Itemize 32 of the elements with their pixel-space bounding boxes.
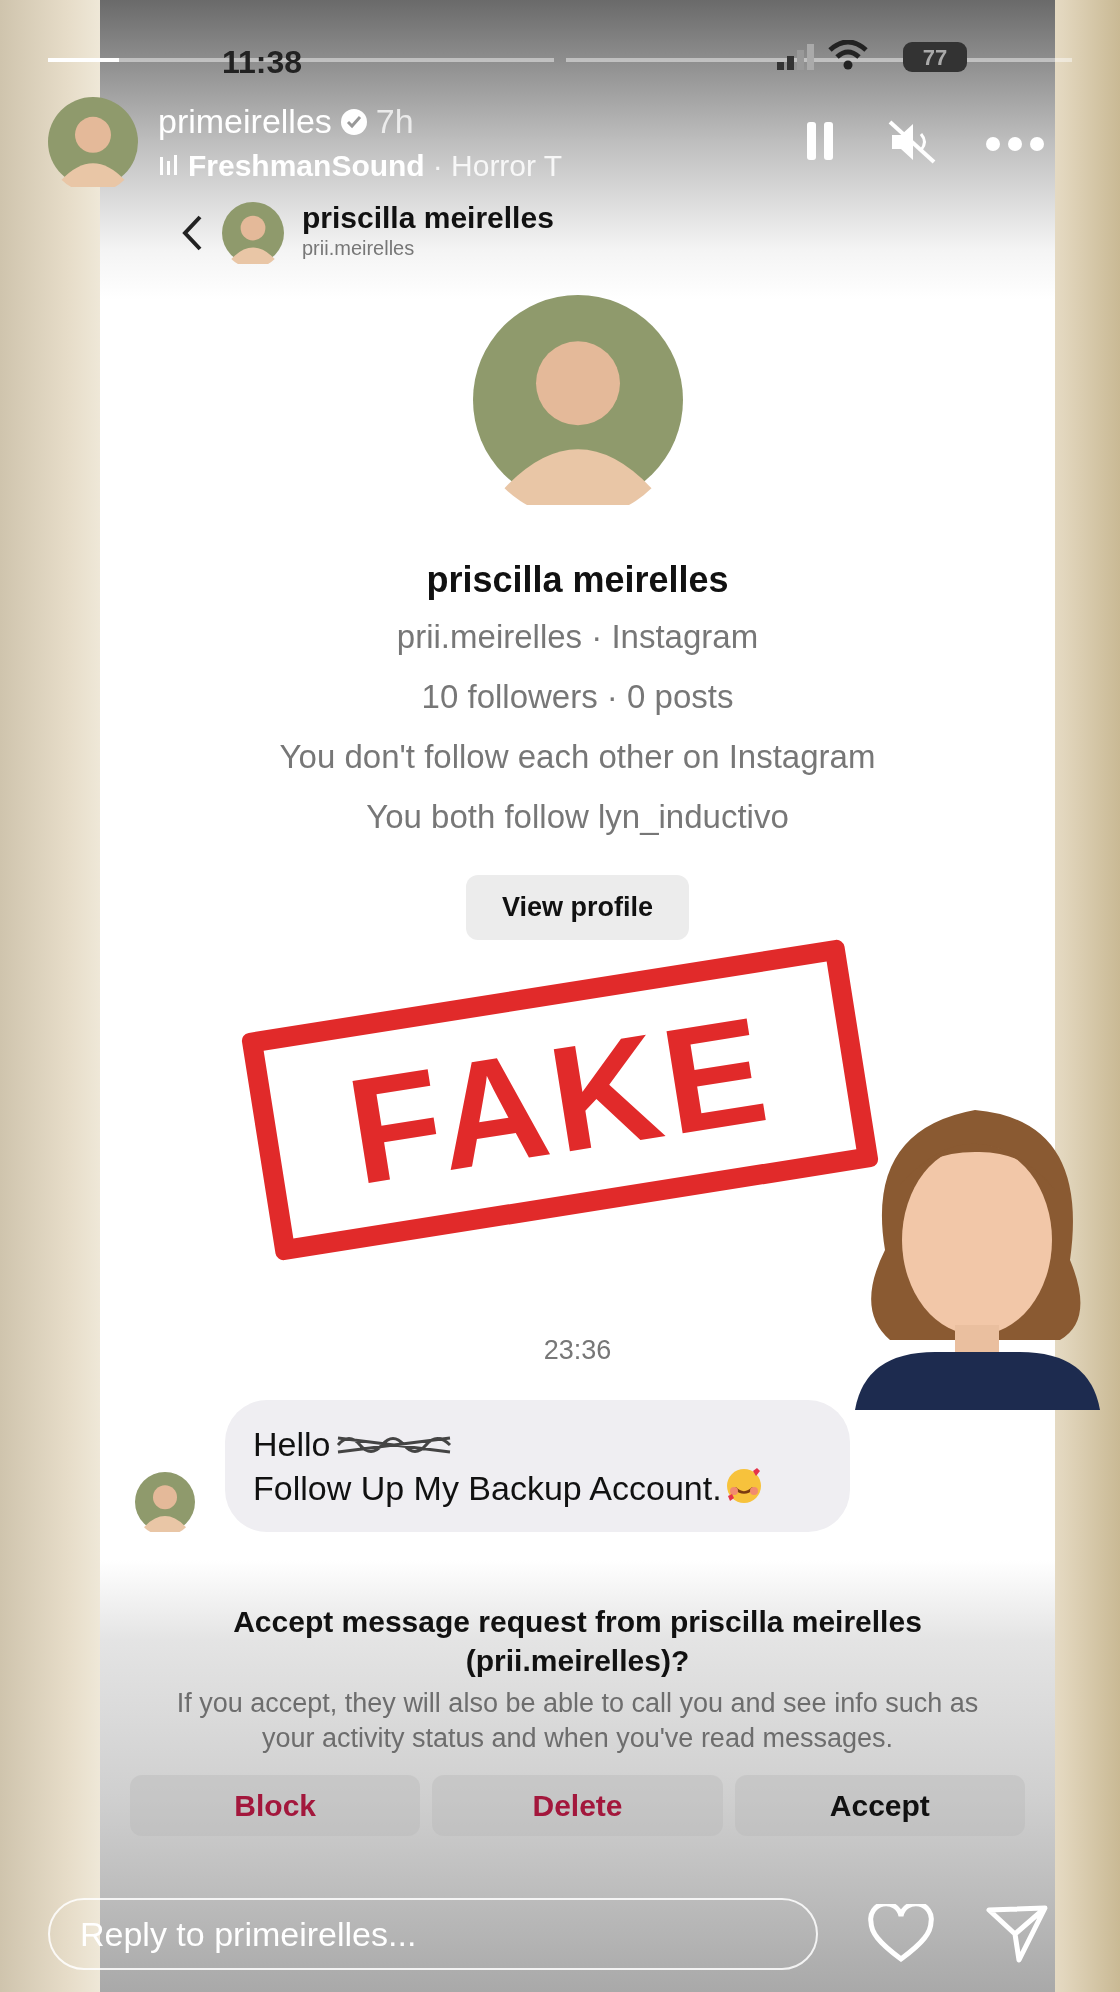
- stamp-text: FAKE: [338, 992, 782, 1208]
- status-time: 11:38: [222, 43, 303, 82]
- avatar[interactable]: [48, 97, 138, 187]
- story-age: 7h: [375, 101, 414, 142]
- profile-info: prii.meirelles · Instagram: [396, 617, 759, 657]
- profile-info: 10 followers · 0 posts: [421, 677, 734, 717]
- view-profile-button[interactable]: View profile: [465, 875, 689, 940]
- wifi-icon: [828, 40, 868, 70]
- more-icon[interactable]: [985, 136, 1045, 152]
- profile-name: priscilla meirelles: [426, 558, 729, 602]
- profile-info: You both follow lyn_inductivo: [366, 797, 789, 837]
- accept-button[interactable]: Accept: [734, 1774, 1025, 1836]
- music-artist: FreshmanSound: [188, 148, 425, 184]
- heart-icon[interactable]: [868, 1904, 934, 1964]
- request-description: If you accept, they will also be able to call you and see info such as your activity status and when you've read messages.: [175, 1687, 980, 1756]
- battery-icon: 77: [903, 42, 967, 72]
- message-time: 23:36: [543, 1333, 612, 1367]
- avatar: [135, 1472, 195, 1533]
- mute-icon[interactable]: [888, 120, 936, 164]
- request-title: Accept message request from priscilla meirelles (prii.meirelles)?: [232, 1604, 923, 1680]
- reply-field[interactable]: Reply to primeirelles...: [48, 1898, 818, 1970]
- message-text: Follow Up My Backup Account.: [253, 1468, 722, 1510]
- profile-info: You don't follow each other on Instagram: [279, 737, 876, 777]
- contact-username: prii.meirelles: [302, 235, 416, 261]
- signal-icon: [775, 44, 815, 70]
- pause-icon[interactable]: [805, 120, 835, 162]
- avatar: [222, 201, 284, 264]
- send-icon[interactable]: [985, 1904, 1049, 1964]
- contact-name: priscilla meirelles: [302, 202, 554, 233]
- request-action-button[interactable]: Block: [130, 1774, 421, 1836]
- request-action-button[interactable]: Delete: [432, 1774, 723, 1836]
- message-text: Hello: [253, 1425, 331, 1463]
